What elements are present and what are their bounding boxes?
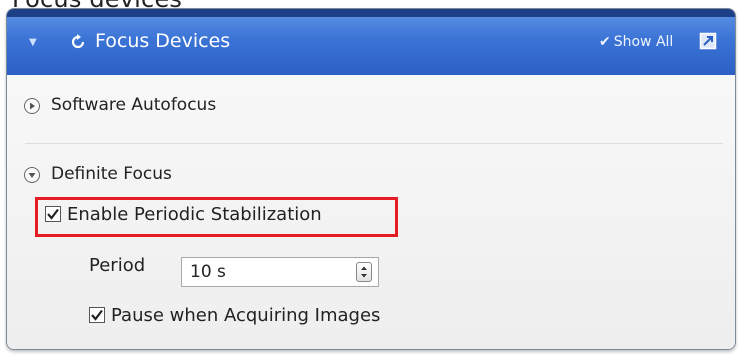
- pause-when-acquiring-label[interactable]: Pause when Acquiring Images: [111, 305, 380, 326]
- pause-when-acquiring-checkbox[interactable]: [89, 307, 105, 323]
- enable-periodic-stabilization-label[interactable]: Enable Periodic Stabilization: [67, 204, 322, 225]
- panel-content: Software Autofocus Definite Focus Enable…: [7, 75, 735, 349]
- focus-devices-panel: ▼ Focus Devices ✔ Show All Software Autof…: [6, 8, 736, 350]
- expand-window-icon[interactable]: [699, 32, 717, 50]
- enable-periodic-stabilization-checkbox[interactable]: [45, 206, 61, 222]
- section-definite-focus[interactable]: Definite Focus: [51, 164, 172, 184]
- show-all-toggle[interactable]: ✔ Show All: [599, 34, 673, 50]
- spin-updown-icon[interactable]: [356, 262, 372, 282]
- panel-title: Focus Devices: [95, 30, 231, 52]
- section-divider: [25, 143, 723, 145]
- show-all-label: Show All: [613, 34, 674, 50]
- collapse-section-icon[interactable]: [24, 167, 40, 183]
- period-spinbox[interactable]: 10 s: [181, 257, 379, 287]
- expand-section-icon[interactable]: [24, 98, 40, 114]
- panel-header[interactable]: ▼ Focus Devices ✔ Show All: [7, 9, 735, 75]
- checkmark-icon: ✔: [599, 34, 611, 50]
- triangle-down-icon[interactable]: ▼: [29, 37, 39, 48]
- period-label: Period: [89, 255, 146, 276]
- refresh-icon[interactable]: [69, 33, 87, 51]
- period-value[interactable]: 10 s: [190, 262, 226, 282]
- section-software-autofocus[interactable]: Software Autofocus: [51, 95, 216, 115]
- header-top-border: [7, 9, 735, 17]
